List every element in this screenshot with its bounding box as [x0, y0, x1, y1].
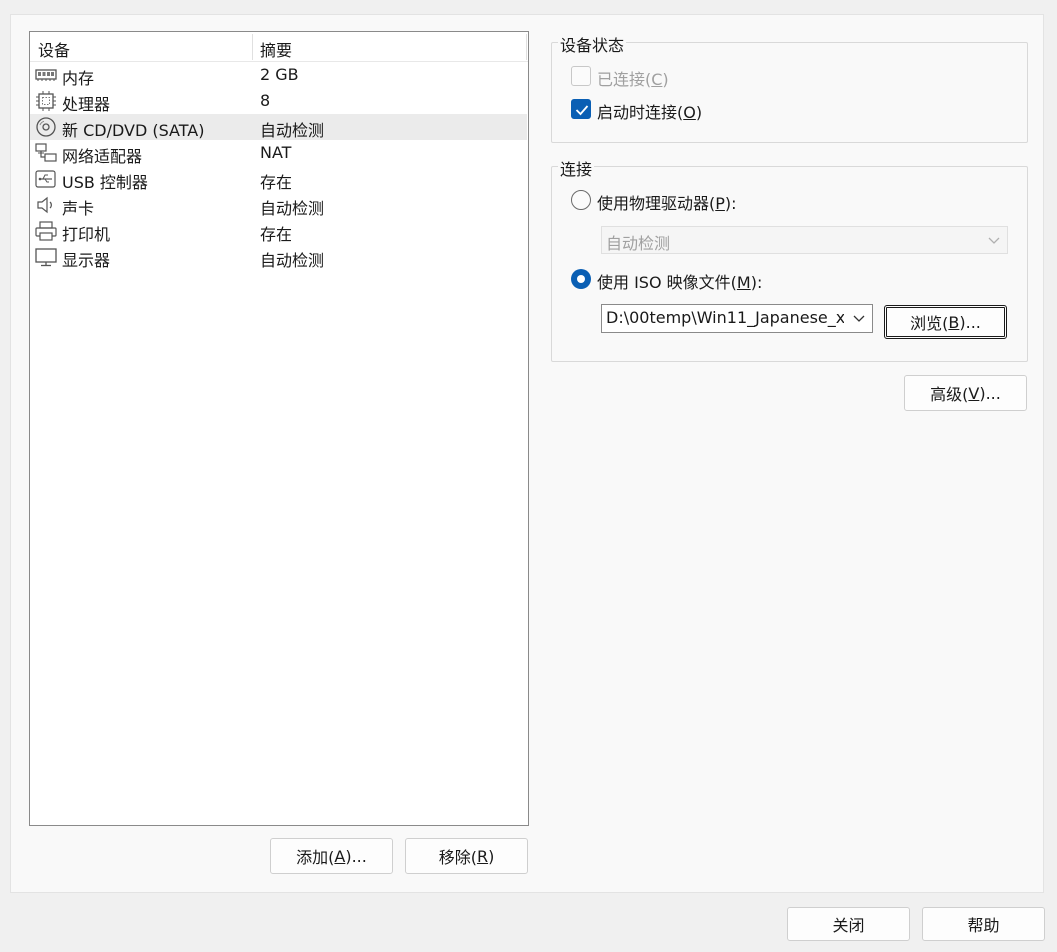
device-name: 声卡	[62, 199, 95, 218]
physical-drive-label: 使用物理驱动器(P):	[597, 194, 737, 213]
device-summary: 自动检测	[260, 251, 325, 270]
remove-button-suffix: )	[488, 846, 495, 866]
iso-image-label: 使用 ISO 映像文件(M):	[597, 273, 763, 292]
device-summary: 2 GB	[260, 65, 299, 84]
advanced-button-accesskey: V	[968, 383, 980, 403]
remove-button-accesskey: R	[476, 846, 489, 866]
connection-title: 连接	[558, 156, 595, 180]
chevron-down-icon	[988, 237, 1000, 244]
device-row-processor[interactable]: 处理器 8	[30, 88, 527, 114]
physical-drive-select[interactable]: 自动检测	[601, 226, 1008, 254]
cd-dvd-icon	[35, 117, 57, 137]
device-row-printer[interactable]: 打印机 存在	[30, 218, 527, 244]
column-header-device[interactable]: 设备	[38, 37, 70, 61]
device-name: 网络适配器	[62, 147, 143, 166]
close-button[interactable]: 关闭	[787, 907, 910, 941]
device-row-memory[interactable]: 内存 2 GB	[30, 62, 527, 88]
help-button[interactable]: 帮助	[922, 907, 1045, 941]
remove-button[interactable]: 移除(R)	[405, 838, 528, 874]
device-status-title: 设备状态	[558, 32, 627, 56]
device-name: USB 控制器	[62, 173, 148, 192]
connect-at-power-on-checkbox[interactable]	[571, 99, 591, 119]
chevron-down-icon[interactable]	[852, 311, 866, 325]
add-button[interactable]: 添加(A)...	[270, 838, 393, 874]
iso-image-radio[interactable]	[571, 269, 591, 289]
device-summary: 自动检测	[260, 121, 325, 140]
device-list[interactable]: 设备 摘要 内存 2 GB 处理器 8 新 CD/DVD (SATA) 自动检测…	[29, 31, 529, 826]
column-divider[interactable]	[526, 34, 527, 60]
device-name: 处理器	[62, 95, 111, 114]
physical-drive-radio[interactable]	[571, 190, 591, 210]
device-row-network-adapter[interactable]: 网络适配器 NAT	[30, 140, 527, 166]
browse-button[interactable]: 浏览(B)...	[884, 305, 1007, 339]
add-button-suffix: )...	[345, 846, 367, 866]
device-name: 显示器	[62, 251, 111, 270]
add-button-accesskey: A	[334, 846, 346, 866]
column-divider[interactable]	[252, 34, 253, 60]
connected-label: 已连接(C)	[597, 70, 669, 89]
column-header-summary[interactable]: 摘要	[260, 37, 292, 61]
device-name: 打印机	[62, 225, 111, 244]
advanced-button-label: 高级(	[930, 385, 969, 404]
device-summary: 存在	[260, 173, 293, 192]
checkmark-icon	[575, 105, 589, 116]
advanced-button-suffix: )...	[979, 383, 1001, 403]
device-summary: 自动检测	[260, 199, 325, 218]
iso-path-combobox[interactable]: D:\00temp\Win11_Japanese_x64v1.iso	[601, 304, 873, 333]
device-status-group	[551, 42, 1028, 143]
usb-icon	[35, 169, 57, 189]
connect-at-power-on-label: 启动时连接(O)	[597, 103, 703, 122]
advanced-button[interactable]: 高级(V)...	[904, 375, 1027, 411]
device-list-header: 设备 摘要	[30, 32, 528, 62]
device-row-cd-dvd[interactable]: 新 CD/DVD (SATA) 自动检测	[30, 114, 527, 140]
device-row-display[interactable]: 显示器 自动检测	[30, 244, 527, 270]
device-row-sound-card[interactable]: 声卡 自动检测	[30, 192, 527, 218]
iso-path-value: D:\00temp\Win11_Japanese_x64v1.iso	[606, 308, 844, 327]
device-name: 内存	[62, 69, 95, 88]
device-summary: 8	[260, 91, 271, 110]
browse-button-accesskey: B	[948, 312, 960, 332]
network-adapter-icon	[35, 143, 57, 163]
connected-checkbox[interactable]	[571, 66, 591, 86]
browse-button-suffix: )...	[959, 312, 981, 332]
physical-drive-select-value: 自动检测	[606, 234, 671, 253]
device-name: 新 CD/DVD (SATA)	[62, 121, 205, 140]
printer-icon	[35, 221, 57, 241]
monitor-icon	[35, 247, 57, 267]
browse-button-label: 浏览(	[910, 314, 949, 333]
device-summary: NAT	[260, 143, 292, 162]
processor-icon	[35, 91, 57, 111]
device-summary: 存在	[260, 225, 293, 244]
memory-icon	[35, 65, 57, 85]
add-button-label: 添加(	[296, 848, 335, 867]
remove-button-label: 移除(	[438, 848, 477, 867]
device-row-usb-controller[interactable]: USB 控制器 存在	[30, 166, 527, 192]
speaker-icon	[35, 195, 57, 215]
